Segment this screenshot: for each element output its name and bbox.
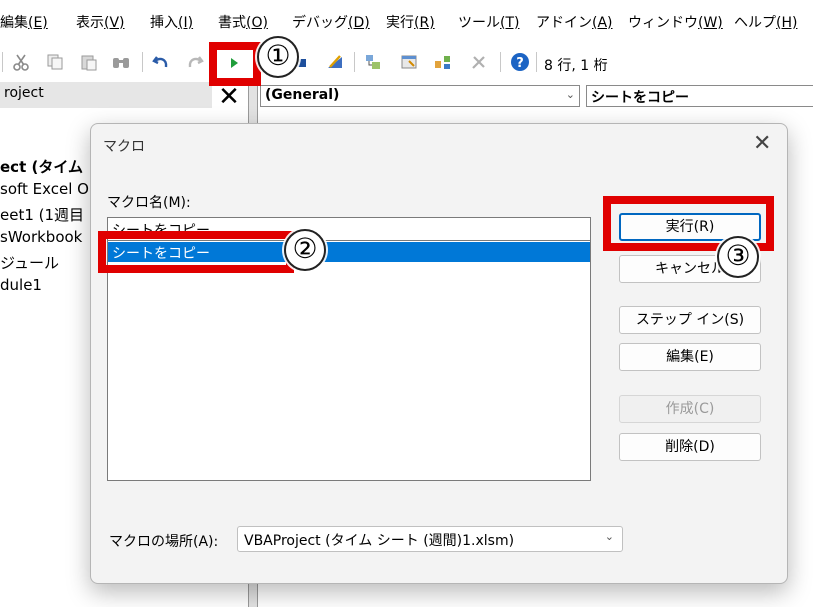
tree-item[interactable]: ジュール	[0, 252, 92, 273]
object-combo[interactable]: (General) ⌄	[260, 85, 580, 107]
macro-name-label: マクロ名(M):	[107, 195, 191, 211]
menu-view[interactable]: 表示(V)	[76, 12, 125, 32]
delete-button[interactable]: 削除(D)	[619, 433, 761, 461]
menu-bar: 編集(E) 表示(V) 挿入(I) 書式(O) デバッグ(D) 実行(R) ツー…	[0, 0, 813, 42]
step-badge-1: ①	[257, 36, 299, 78]
menu-tools[interactable]: ツール(T)	[458, 12, 519, 32]
menu-edit[interactable]: 編集(E)	[0, 12, 48, 32]
design-mode-icon[interactable]	[326, 53, 344, 71]
standard-toolbar: ? 8 行, 1 桁	[0, 44, 813, 82]
cut-icon[interactable]	[12, 53, 30, 71]
toolbar-separator	[2, 52, 3, 72]
menu-addins[interactable]: アドイン(A)	[536, 12, 613, 32]
toolbar-separator	[142, 52, 143, 72]
macro-list[interactable]: シートをコピー	[107, 241, 591, 481]
step-badge-3: ③	[717, 236, 759, 278]
macro-highlight-box	[98, 231, 294, 273]
create-button: 作成(C)	[619, 395, 761, 423]
undo-icon[interactable]	[152, 53, 170, 71]
find-icon[interactable]	[112, 53, 130, 71]
tree-item[interactable]: eet1 (1週目	[0, 204, 92, 225]
toolbar-separator	[536, 52, 537, 72]
paste-icon[interactable]	[80, 53, 98, 71]
object-combo-value: (General)	[265, 87, 340, 103]
macro-dialog: マクロ ✕ マクロ名(M): シートをコピー シートをコピー 実行(R) キャン…	[90, 123, 788, 584]
menu-debug[interactable]: デバッグ(D)	[292, 12, 370, 32]
project-explorer-icon[interactable]	[364, 53, 382, 71]
project-pane-title: roject	[0, 82, 212, 108]
tree-item[interactable]: sWorkbook	[0, 228, 92, 246]
cursor-position: 8 行, 1 桁	[544, 58, 608, 74]
redo-icon[interactable]	[186, 53, 204, 71]
svg-text:?: ?	[516, 56, 524, 71]
step-into-button[interactable]: ステップ イン(S)	[619, 306, 761, 334]
procedure-combo-value: シートをコピー	[591, 90, 689, 106]
tree-item[interactable]: ect (タイム	[0, 156, 92, 177]
chevron-down-icon: ⌄	[565, 88, 575, 101]
macro-location-select[interactable]: VBAProject (タイム シート (週間)1.xlsm) ⌄	[237, 526, 623, 552]
step-badge-2: ②	[284, 229, 326, 271]
procedure-combo[interactable]: シートをコピー	[586, 85, 813, 107]
properties-icon[interactable]	[400, 53, 418, 71]
macro-location-label: マクロの場所(A):	[109, 534, 219, 550]
chevron-down-icon: ⌄	[604, 530, 614, 543]
menu-insert[interactable]: 挿入(I)	[150, 12, 193, 32]
copy-icon[interactable]	[46, 53, 64, 71]
toolbox-icon[interactable]	[470, 53, 488, 71]
close-icon[interactable]: ✕	[216, 84, 242, 110]
toolbar-separator	[354, 52, 355, 72]
edit-button[interactable]: 編集(E)	[619, 343, 761, 371]
help-icon[interactable]: ?	[510, 52, 530, 72]
object-browser-icon[interactable]	[434, 53, 452, 71]
close-icon[interactable]: ✕	[753, 132, 771, 156]
tree-item[interactable]: dule1	[0, 276, 92, 294]
toolbar-separator	[500, 52, 501, 72]
menu-help[interactable]: ヘルプ(H)	[734, 12, 797, 32]
run-highlight-box	[209, 42, 261, 86]
menu-run[interactable]: 実行(R)	[386, 12, 435, 32]
menu-window[interactable]: ウィンドウ(W)	[628, 12, 723, 32]
dialog-title: マクロ	[103, 139, 145, 155]
macro-location-value: VBAProject (タイム シート (週間)1.xlsm)	[244, 533, 515, 549]
menu-format[interactable]: 書式(O)	[218, 12, 268, 32]
tree-item[interactable]: soft Excel O	[0, 180, 92, 198]
